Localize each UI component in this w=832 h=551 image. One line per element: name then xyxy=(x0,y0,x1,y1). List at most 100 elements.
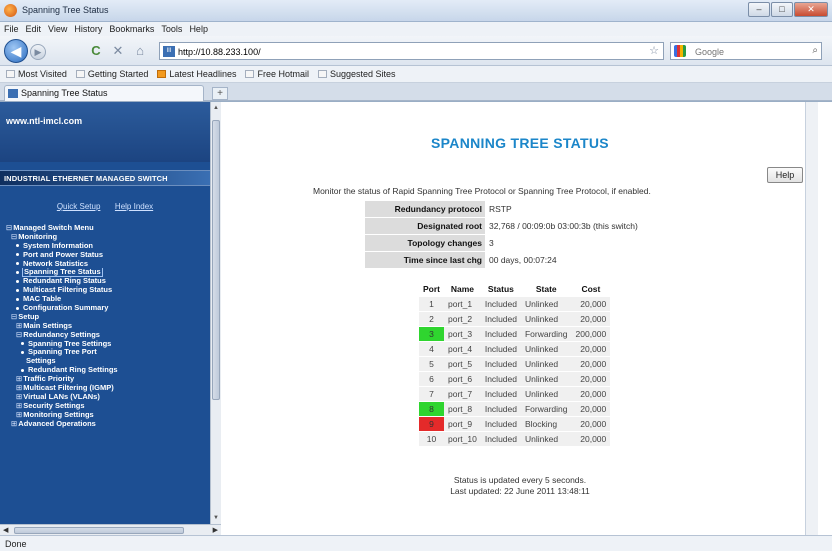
scroll-down-icon[interactable]: ▼ xyxy=(212,514,220,522)
collapse-icon[interactable]: ⊟ xyxy=(16,331,22,339)
expand-icon[interactable]: ⊞ xyxy=(16,402,22,410)
sidebar-tree-item[interactable]: Port and Power Status xyxy=(6,251,206,260)
minimize-button[interactable]: – xyxy=(748,2,770,17)
tab-spanning-tree-status[interactable]: Spanning Tree Status xyxy=(4,85,204,101)
expand-icon[interactable]: ⊞ xyxy=(11,420,17,428)
sidebar-tree-label: Settings xyxy=(26,357,56,366)
sidebar-tree-item[interactable]: System Information xyxy=(6,242,206,251)
bookmark-star-icon[interactable]: ☆ xyxy=(649,44,659,57)
scroll-right-icon[interactable]: ▶ xyxy=(213,526,218,534)
expand-icon[interactable]: ⊞ xyxy=(16,384,22,392)
sidebar-tree-item[interactable]: Configuration Summary xyxy=(6,304,206,313)
table-row: 4 port_4 Included Unlinked 20,000 xyxy=(419,342,611,356)
scroll-up-icon[interactable]: ▲ xyxy=(212,104,220,112)
menu-edit[interactable]: Edit xyxy=(26,24,42,34)
sidebar-tree-item[interactable]: ⊟Managed Switch Menu xyxy=(6,224,206,233)
search-icon[interactable]: ⌕ xyxy=(812,45,818,56)
forward-button[interactable]: ▶ xyxy=(30,44,46,60)
search-box[interactable]: ⌕ xyxy=(670,42,822,60)
sidebar-tree-item[interactable]: Redundant Ring Settings xyxy=(6,366,206,375)
collapse-icon[interactable]: ⊟ xyxy=(11,313,17,321)
stop-icon[interactable]: ✕ xyxy=(110,43,126,59)
quick-setup-link[interactable]: Quick Setup xyxy=(57,202,101,211)
bookmark-label: Suggested Sites xyxy=(329,69,396,79)
close-button[interactable]: ✕ xyxy=(794,2,828,17)
port-name-cell: port_3 xyxy=(444,327,481,341)
bookmark-getting-started[interactable]: Getting Started xyxy=(75,69,148,79)
collapse-icon[interactable]: ⊟ xyxy=(11,233,17,241)
url-input[interactable] xyxy=(178,45,648,58)
bookmark-suggested-sites[interactable]: Suggested Sites xyxy=(317,69,396,79)
sidebar-tree-item[interactable]: ⊞Main Settings xyxy=(6,322,206,331)
menu-history[interactable]: History xyxy=(74,24,102,34)
sidebar-tree-item[interactable]: ⊞Monitoring Settings xyxy=(6,411,206,420)
expand-icon[interactable]: ⊞ xyxy=(16,322,22,330)
sidebar-tree-item[interactable]: ⊞Security Settings xyxy=(6,402,206,411)
sidebar-tree-item[interactable]: MAC Table xyxy=(6,295,206,304)
window-controls: – □ ✕ xyxy=(748,2,828,17)
port-state-cell: Forwarding xyxy=(520,402,572,416)
table-row: 3 port_3 Included Forwarding 200,000 xyxy=(419,327,611,341)
expand-icon[interactable]: ⊞ xyxy=(16,411,22,419)
bookmark-free-hotmail[interactable]: Free Hotmail xyxy=(245,69,309,79)
site-address: www.ntl-imcl.com xyxy=(6,116,83,126)
sidebar-tree-item[interactable]: ⊟Redundancy Settings xyxy=(6,331,206,340)
sidebar-tree-label: Spanning Tree Port xyxy=(28,348,97,357)
address-bar[interactable]: III ☆ xyxy=(159,42,664,60)
tab-label: Spanning Tree Status xyxy=(21,88,108,98)
sidebar-tree-item[interactable]: ⊞Multicast Filtering (IGMP) xyxy=(6,384,206,393)
sidebar-tree-item[interactable]: ⊟Setup xyxy=(6,313,206,322)
summary-label: Time since last chg xyxy=(365,252,485,268)
sidebar-tree-label: Security Settings xyxy=(23,401,85,410)
sidebar-tree-item[interactable]: ⊞Virtual LANs (VLANs) xyxy=(6,393,206,402)
menu-tools[interactable]: Tools xyxy=(161,24,182,34)
port-port-cell: 8 xyxy=(419,402,444,416)
tab-strip: Spanning Tree Status + xyxy=(0,83,832,101)
sidebar-tree-item[interactable]: Spanning Tree Port xyxy=(6,348,206,357)
reload-icon[interactable]: C xyxy=(88,43,104,59)
scrollbar-thumb[interactable] xyxy=(14,527,184,534)
sidebar-tree-item[interactable]: Redundant Ring Status xyxy=(6,277,206,286)
expand-icon[interactable]: ⊞ xyxy=(16,393,22,401)
bookmark-most-visited[interactable]: Most Visited xyxy=(6,69,67,79)
collapse-icon[interactable]: ⊟ xyxy=(6,224,12,232)
summary-row: Topology changes 3 xyxy=(365,235,638,251)
main-frame: SPANNING TREE STATUS Help Monitor the st… xyxy=(222,102,818,536)
port-port-cell: 4 xyxy=(419,342,444,356)
summary-label: Designated root xyxy=(365,218,485,234)
maximize-button[interactable]: □ xyxy=(771,2,793,17)
home-icon[interactable]: ⌂ xyxy=(132,43,148,59)
search-input[interactable] xyxy=(695,45,805,58)
bookmark-latest-headlines[interactable]: Latest Headlines xyxy=(157,69,236,79)
sidebar-tree-label: Virtual LANs (VLANs) xyxy=(23,392,100,401)
sidebar-tree-label: Spanning Tree Settings xyxy=(28,339,112,348)
menu-help[interactable]: Help xyxy=(189,24,208,34)
scroll-left-icon[interactable]: ◀ xyxy=(3,526,8,534)
menu-file[interactable]: File xyxy=(4,24,19,34)
back-button[interactable]: ◀ xyxy=(4,39,28,63)
port-cost-cell: 20,000 xyxy=(571,417,611,431)
sidebar-tree-item[interactable]: ⊞Traffic Priority xyxy=(6,375,206,384)
sidebar-tree-item[interactable]: Network Statistics xyxy=(6,260,206,269)
expand-icon[interactable]: ⊞ xyxy=(16,375,22,383)
bullet-icon xyxy=(16,262,19,266)
sidebar-vertical-scrollbar[interactable]: ▲ ▼ xyxy=(210,102,221,524)
port-name-cell: port_8 xyxy=(444,402,481,416)
sidebar-tree-item[interactable]: ⊞Advanced Operations xyxy=(6,420,206,429)
help-button[interactable]: Help xyxy=(767,167,803,183)
bookmark-label: Latest Headlines xyxy=(169,69,237,79)
help-index-link[interactable]: Help Index xyxy=(115,202,153,211)
site-favicon-icon: III xyxy=(163,46,175,57)
menu-bookmarks[interactable]: Bookmarks xyxy=(109,24,154,34)
sidebar-tree-item[interactable]: Settings xyxy=(6,357,206,366)
scrollbar-thumb[interactable] xyxy=(212,120,220,400)
sidebar-tree-item[interactable]: Spanning Tree Settings xyxy=(6,340,206,349)
new-tab-button[interactable]: + xyxy=(212,87,228,100)
column-header-status: Status xyxy=(487,284,514,294)
sidebar-tree-item[interactable]: ⊟Monitoring xyxy=(6,233,206,242)
sidebar-tree-item[interactable]: Spanning Tree Status xyxy=(6,268,206,278)
menu-view[interactable]: View xyxy=(48,24,67,34)
port-status-cell: Included xyxy=(480,372,521,386)
sidebar-tree-item[interactable]: Multicast Filtering Status xyxy=(6,286,206,295)
main-vertical-scrollbar[interactable] xyxy=(805,102,818,536)
